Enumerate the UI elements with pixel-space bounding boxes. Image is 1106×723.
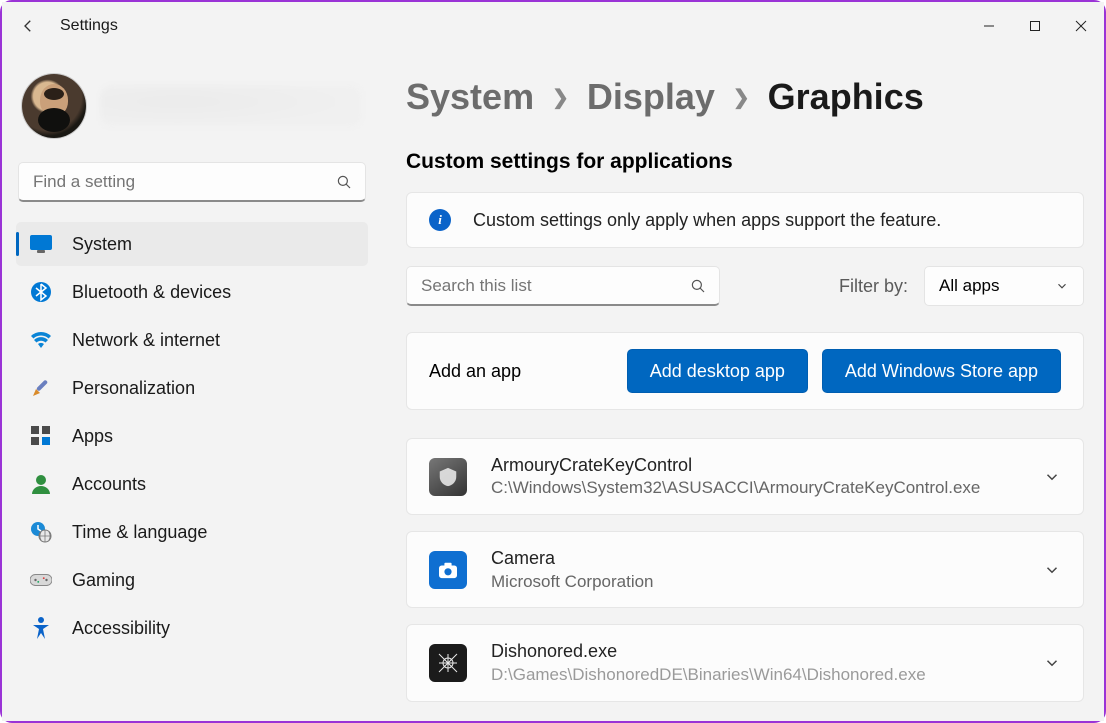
nav-item-system[interactable]: System [16,222,368,266]
bluetooth-icon [30,281,52,303]
close-button[interactable] [1058,8,1104,44]
nav-item-accessibility[interactable]: Accessibility [16,606,368,650]
maximize-icon [1029,20,1041,32]
nav-item-time-language[interactable]: Time & language [16,510,368,554]
chevron-down-icon [1043,654,1061,672]
nav-item-network[interactable]: Network & internet [16,318,368,362]
accounts-icon [30,473,52,495]
add-app-label: Add an app [429,361,613,382]
nav-label: System [72,234,132,255]
app-name: Camera [491,546,1019,570]
section-title: Custom settings for applications [406,150,1084,174]
user-card[interactable] [14,70,370,150]
nav-label: Network & internet [72,330,220,351]
back-button[interactable] [8,6,48,46]
search-icon [689,277,707,295]
app-icon [429,551,467,589]
app-title: Settings [60,17,118,35]
app-icon [429,458,467,496]
nav-item-accounts[interactable]: Accounts [16,462,368,506]
sidebar: System Bluetooth & devices Network & int… [2,50,382,721]
nav-label: Accounts [72,474,146,495]
minimize-button[interactable] [966,8,1012,44]
filter-label: Filter by: [839,276,908,297]
nav-list[interactable]: System Bluetooth & devices Network & int… [14,218,370,721]
window-controls [966,8,1104,44]
app-path: D:\Games\DishonoredDE\Binaries\Win64\Dis… [491,664,1019,687]
nav-label: Apps [72,426,113,447]
app-icon [429,644,467,682]
nav-label: Gaming [72,570,135,591]
breadcrumb-display[interactable]: Display [587,76,715,118]
content-area: System ❯ Display ❯ Graphics Custom setti… [382,50,1104,721]
breadcrumb: System ❯ Display ❯ Graphics [406,76,1084,118]
filter-toolbar: Filter by: All apps [406,266,1084,306]
avatar [22,74,86,138]
add-store-app-button[interactable]: Add Windows Store app [822,349,1061,393]
minimize-icon [983,20,995,32]
app-list-search-input[interactable] [419,275,689,297]
nav-item-apps[interactable]: Apps [16,414,368,458]
breadcrumb-system[interactable]: System [406,76,534,118]
nav-label: Bluetooth & devices [72,282,231,303]
app-list-search[interactable] [406,266,720,306]
chevron-down-icon [1043,468,1061,486]
filter-dropdown[interactable]: All apps [924,266,1084,306]
nav-item-gaming[interactable]: Gaming [16,558,368,602]
nav-item-bluetooth[interactable]: Bluetooth & devices [16,270,368,314]
system-icon [30,233,52,255]
info-text: Custom settings only apply when apps sup… [473,210,941,231]
app-name: Dishonored.exe [491,639,1019,663]
user-name-redacted [100,85,362,127]
add-app-card: Add an app Add desktop app Add Windows S… [406,332,1084,410]
apps-icon [30,425,52,447]
maximize-button[interactable] [1012,8,1058,44]
title-bar: Settings [2,2,1104,50]
app-row-camera[interactable]: Camera Microsoft Corporation [406,531,1084,608]
back-arrow-icon [19,17,37,35]
close-icon [1075,20,1087,32]
add-desktop-app-button[interactable]: Add desktop app [627,349,808,393]
chevron-down-icon [1055,279,1069,293]
app-path: Microsoft Corporation [491,571,1019,594]
nav-label: Time & language [72,522,207,543]
chevron-right-icon: ❯ [733,85,750,110]
paintbrush-icon [30,377,52,399]
chevron-right-icon: ❯ [552,85,569,110]
nav-item-personalization[interactable]: Personalization [16,366,368,410]
app-path: C:\Windows\System32\ASUSACCI\ArmouryCrat… [491,477,1019,500]
accessibility-icon [30,617,52,639]
app-name: ArmouryCrateKeyControl [491,453,1019,477]
nav-label: Accessibility [72,618,170,639]
info-icon: i [429,209,451,231]
breadcrumb-current: Graphics [768,76,924,118]
nav-label: Personalization [72,378,195,399]
search-icon [335,173,353,191]
settings-search[interactable] [18,162,366,202]
settings-search-input[interactable] [31,171,335,193]
info-banner: i Custom settings only apply when apps s… [406,192,1084,248]
gamepad-icon [30,569,52,591]
app-row-dishonored[interactable]: Dishonored.exe D:\Games\DishonoredDE\Bin… [406,624,1084,701]
filter-selected: All apps [939,276,999,296]
wifi-icon [30,329,52,351]
clock-globe-icon [30,521,52,543]
app-row-armourycrate[interactable]: ArmouryCrateKeyControl C:\Windows\System… [406,438,1084,515]
chevron-down-icon [1043,561,1061,579]
